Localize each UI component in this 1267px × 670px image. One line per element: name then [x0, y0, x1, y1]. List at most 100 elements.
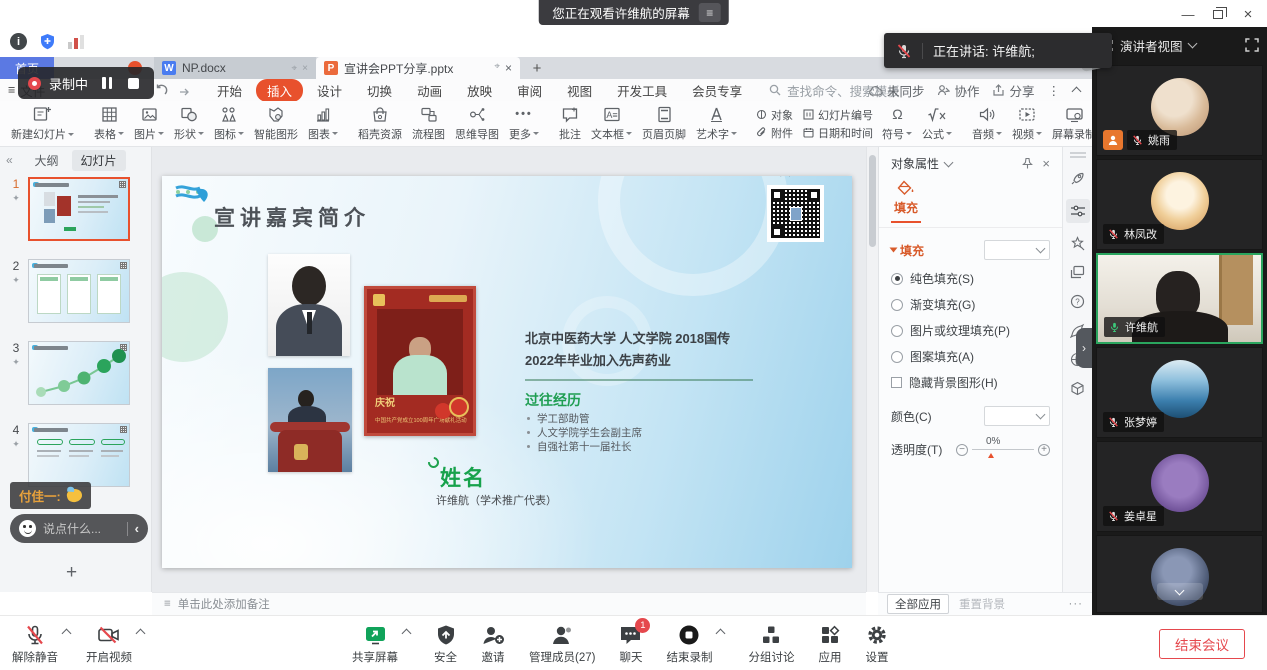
insert-picture-button[interactable]: 图片: [129, 104, 169, 144]
hide-background-checkbox[interactable]: 隐藏背景图形(H): [891, 374, 1050, 391]
collaborate-button[interactable]: 协作: [937, 81, 979, 100]
scrollbar-thumb[interactable]: [869, 155, 876, 247]
slide-thumbnail-4[interactable]: [28, 423, 130, 487]
ribbon-tab-member[interactable]: 会员专享: [681, 79, 753, 102]
new-tab-button[interactable]: +: [528, 59, 546, 77]
mindmap-button[interactable]: 思维导图: [450, 104, 504, 144]
manage-members-button[interactable]: 管理成员(27): [529, 616, 595, 665]
notes-bar[interactable]: ≡ 单击此处添加备注: [152, 592, 866, 615]
meeting-chat-input[interactable]: 说点什么... ‹: [10, 514, 148, 543]
education-text[interactable]: 北京中医药大学 人文学院 2018国传 2022年毕业加入先声药业: [525, 328, 730, 372]
fullscreen-icon[interactable]: [1245, 38, 1259, 52]
more-menu-icon[interactable]: ⋮: [1048, 83, 1061, 98]
object-properties-icon[interactable]: [1066, 199, 1090, 223]
collapse-chat-chevron[interactable]: ‹: [135, 521, 139, 536]
more-insert-button[interactable]: ••• 更多: [504, 104, 544, 144]
tab-close-icon[interactable]: ×: [505, 61, 512, 75]
apply-all-button[interactable]: 全部应用: [887, 594, 949, 614]
pin-panel-icon[interactable]: [1021, 157, 1034, 170]
add-slide-button[interactable]: +: [66, 562, 77, 584]
footer-more-icon[interactable]: ···: [1069, 598, 1084, 610]
ribbon-tab-animation[interactable]: 动画: [406, 79, 453, 102]
tab-pin-icon[interactable]: ⌖: [292, 63, 298, 74]
award-photo-card[interactable]: 庆祝 中国共产党成立100周年广场献礼活动: [364, 286, 476, 436]
insert-shape-button[interactable]: 形状: [169, 104, 209, 144]
current-slide[interactable]: 宣讲嘉宾简介 ⤧ 庆祝 中国共产党成立100周年广场献礼活动: [162, 176, 852, 568]
fill-style-dropdown[interactable]: [984, 240, 1050, 260]
ribbon-tab-design[interactable]: 设计: [306, 79, 353, 102]
video-options-chevron[interactable]: [136, 629, 146, 639]
participant-tile[interactable]: 姜卓星: [1096, 441, 1263, 532]
settings-button[interactable]: 设置: [865, 616, 888, 665]
three-d-cube-icon[interactable]: [1069, 380, 1086, 397]
new-slide-button[interactable]: 新建幻灯片: [6, 103, 79, 144]
strip-drag-handle[interactable]: [1070, 152, 1086, 158]
tab-slides[interactable]: 幻灯片: [72, 150, 126, 171]
shield-protect-icon[interactable]: [39, 33, 56, 50]
close-button[interactable]: ×: [1233, 2, 1263, 26]
end-meeting-button[interactable]: 结束会议: [1159, 629, 1245, 659]
start-video-button[interactable]: 开启视频: [86, 616, 132, 665]
invite-button[interactable]: 邀请: [481, 616, 505, 665]
help-icon[interactable]: ?: [1069, 293, 1086, 310]
flowchart-button[interactable]: 流程图: [407, 104, 450, 144]
insert-icons-button[interactable]: 图标: [209, 104, 249, 144]
collapse-ribbon-chevron[interactable]: [1072, 87, 1082, 97]
date-time-button[interactable]: 日期和时间: [803, 125, 873, 141]
section-expand-icon[interactable]: [890, 248, 898, 253]
ribbon-tab-slideshow[interactable]: 放映: [456, 79, 503, 102]
ribbon-tab-home[interactable]: 开始: [206, 79, 253, 102]
id-photo[interactable]: [268, 254, 350, 356]
breakout-rooms-button[interactable]: 分组讨论: [748, 616, 794, 665]
unmute-button[interactable]: 解除静音: [12, 616, 58, 665]
ribbon-tab-transition[interactable]: 切换: [356, 79, 403, 102]
participant-tile-speaking[interactable]: 许维航: [1096, 253, 1263, 344]
experience-title[interactable]: 过往经历: [525, 390, 581, 410]
info-icon[interactable]: i: [10, 33, 27, 50]
cloud-sync-status[interactable]: 未同步: [868, 81, 925, 100]
color-dropdown[interactable]: [984, 406, 1050, 426]
fill-option-picture[interactable]: 图片或纹理填充(P): [891, 322, 1050, 339]
share-screen-button[interactable]: 共享屏幕: [352, 616, 398, 665]
header-footer-button[interactable]: 页眉页脚: [637, 104, 691, 144]
podium-photo[interactable]: [268, 368, 352, 472]
layout-copy-icon[interactable]: [1069, 264, 1086, 281]
chat-button[interactable]: 1 聊天: [619, 616, 642, 665]
fill-option-solid[interactable]: 纯色填充(S): [891, 270, 1050, 287]
attachment-button[interactable]: 附件: [756, 125, 793, 141]
undo-icon[interactable]: [154, 83, 168, 97]
audio-button[interactable]: 音频: [967, 104, 1007, 144]
slide-canvas[interactable]: 宣讲嘉宾简介 ⤧ 庆祝 中国共产党成立100周年广场献礼活动: [152, 147, 866, 592]
insert-object-button[interactable]: 对象: [756, 107, 793, 123]
tab-np-docx[interactable]: W NP.docx ⌖×: [154, 57, 316, 79]
increase-transparency-button[interactable]: +: [1038, 444, 1050, 456]
experience-list[interactable]: 学工部助管 人文学院学生会副主席 自强社第十一届社长: [527, 412, 642, 454]
stop-recording-button[interactable]: 结束录制: [666, 616, 712, 665]
restore-button[interactable]: [1203, 2, 1233, 26]
slide-thumbnail-1[interactable]: [28, 177, 130, 241]
ribbon-tab-insert[interactable]: 插入: [256, 79, 303, 102]
participant-tile[interactable]: 林凤改: [1096, 159, 1263, 250]
view-mode-chevron[interactable]: [1187, 39, 1197, 49]
ribbon-tab-devtools[interactable]: 开发工具: [606, 79, 678, 102]
effects-wand-icon[interactable]: [1069, 235, 1086, 252]
participant-tile[interactable]: 张梦婷: [1096, 347, 1263, 438]
insert-table-button[interactable]: 表格: [89, 104, 129, 144]
scroll-participants-button[interactable]: [1157, 583, 1203, 600]
slider-thumb[interactable]: [988, 453, 994, 458]
view-mode-label[interactable]: 演讲者视图: [1120, 36, 1183, 55]
speaker-name-role[interactable]: 许维航（学术推广代表）: [436, 492, 557, 508]
qr-code[interactable]: [767, 185, 824, 242]
formula-button[interactable]: 公式: [917, 104, 957, 144]
apps-button[interactable]: 应用: [818, 616, 841, 665]
fill-option-gradient[interactable]: 渐变填充(G): [891, 296, 1050, 313]
ribbon-tab-view[interactable]: 视图: [556, 79, 603, 102]
decrease-transparency-button[interactable]: −: [956, 444, 968, 456]
tab-pptx-active[interactable]: P 宣讲会PPT分享.pptx ⌖×: [316, 57, 520, 79]
fill-option-pattern[interactable]: 图案填充(A): [891, 348, 1050, 365]
slide-thumbnail-3[interactable]: [28, 341, 130, 405]
stop-recording-icon-button[interactable]: [128, 78, 139, 89]
toast-menu-icon[interactable]: ≡: [699, 3, 721, 22]
participant-tile-partial[interactable]: [1096, 535, 1263, 613]
slide-thumbnail-2[interactable]: [28, 259, 130, 323]
